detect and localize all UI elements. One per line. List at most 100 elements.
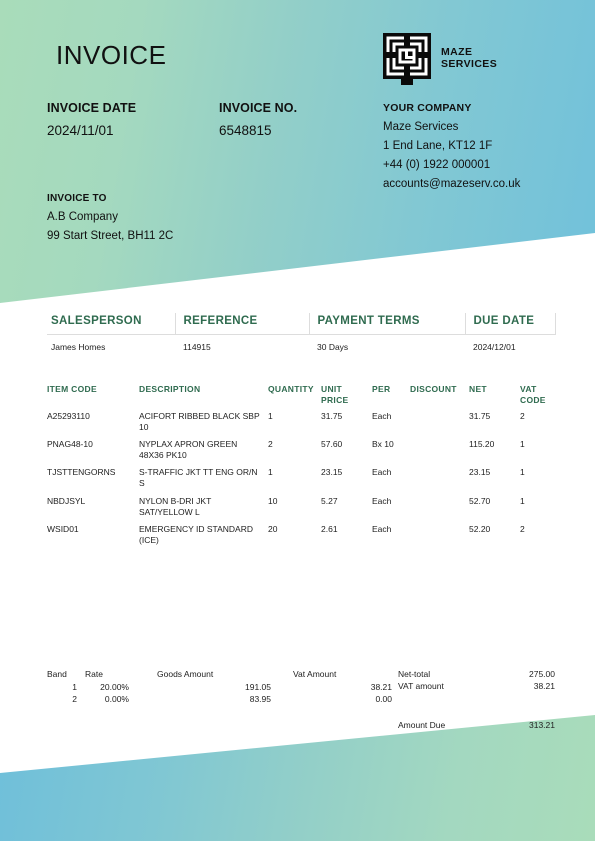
brand-name: MAZE SERVICES <box>441 46 498 71</box>
item-net: 23.15 <box>469 467 491 478</box>
vat-header-band: Band <box>47 669 67 679</box>
bill-to-address: 99 Start Street, BH11 2C <box>47 230 174 242</box>
invoice-number-label: INVOICE NO. <box>219 101 298 115</box>
vat-summary-header-row: Band Rate Goods Amount Vat Amount <box>47 669 392 682</box>
vat-amount-value: 38.21 <box>533 681 555 691</box>
item-vat-code: 2 <box>520 523 525 534</box>
net-total-value: 275.00 <box>529 669 555 679</box>
sales-info-value-row: James Homes 114915 30 Days 2024/12/01 <box>47 335 555 352</box>
bill-to-heading: INVOICE TO <box>47 193 107 204</box>
net-total-label: Net-total <box>398 669 431 679</box>
item-code: A25293110 <box>47 411 90 422</box>
page-title: INVOICE <box>56 40 167 70</box>
item-per: Each <box>372 467 392 478</box>
vat-rate: 20.00% <box>100 682 129 692</box>
net-total-row: Net-total 275.00 <box>398 669 555 679</box>
sales-value-due-date: 2024/12/01 <box>473 342 516 352</box>
item-per: Bx 10 <box>372 439 394 450</box>
item-per: Each <box>372 523 392 534</box>
item-net: 52.20 <box>469 523 491 534</box>
item-unit-price: 31.75 <box>321 411 343 422</box>
item-description: S-TRAFFIC JKT TT ENG OR/N S <box>139 467 258 489</box>
vat-vat-amount: 38.21 <box>370 682 392 692</box>
bill-to-name: A.B Company <box>47 211 118 223</box>
items-header-net: NET <box>469 384 487 394</box>
item-net: 52.70 <box>469 495 491 506</box>
item-vat-code: 1 <box>520 467 525 478</box>
sales-info-table: SALESPERSON REFERENCE PAYMENT TERMS DUE … <box>47 313 556 352</box>
item-quantity: 1 <box>268 467 273 478</box>
item-discount <box>410 411 469 439</box>
item-discount <box>410 439 469 467</box>
item-quantity: 10 <box>268 495 278 506</box>
item-vat-code: 2 <box>520 411 525 422</box>
vat-amount-row: VAT amount 38.21 <box>398 681 555 691</box>
company-details: YOUR COMPANY Maze Services 1 End Lane, K… <box>383 99 520 194</box>
company-email: accounts@mazeserv.co.uk <box>383 178 521 190</box>
sales-info-header-row: SALESPERSON REFERENCE PAYMENT TERMS DUE … <box>47 313 556 335</box>
item-code: NBDJSYL <box>47 495 86 506</box>
invoice-date-label: INVOICE DATE <box>47 101 137 115</box>
item-quantity: 20 <box>268 523 278 534</box>
invoice-date-value: 2024/11/01 <box>47 123 114 138</box>
item-quantity: 1 <box>268 411 273 422</box>
table-row: TJSTTENGORNS S-TRAFFIC JKT TT ENG OR/N S… <box>47 467 555 495</box>
item-description: NYPLAX APRON GREEN 48X36 PK10 <box>139 439 238 461</box>
table-row: 2 0.00% 83.95 0.00 <box>47 694 392 706</box>
items-header-quantity: QUANTITY <box>268 384 314 394</box>
sales-header-due-date: DUE DATE <box>464 313 556 335</box>
vat-band: 1 <box>72 682 77 692</box>
item-description: EMERGENCY ID STANDARD (ICE) <box>139 523 253 545</box>
vat-vat-amount: 0.00 <box>375 694 392 704</box>
sales-value-salesperson: James Homes <box>51 342 106 352</box>
item-unit-price: 23.15 <box>321 467 343 478</box>
table-row: 1 20.00% 191.05 38.21 <box>47 682 392 694</box>
item-vat-code: 1 <box>520 495 525 506</box>
brand-logo: MAZE SERVICES <box>383 33 497 85</box>
maze-logo-icon <box>383 33 431 85</box>
item-vat-code: 1 <box>520 439 525 450</box>
table-row: NBDJSYL NYLON B-DRI JKT SAT/YELLOW L 10 … <box>47 496 555 524</box>
sales-value-payment-terms: 30 Days <box>317 342 349 352</box>
line-items-table: ITEM CODE DESCRIPTION QUANTITY UNIT PRIC… <box>47 384 555 552</box>
items-header-description: DESCRIPTION <box>139 384 201 394</box>
item-unit-price: 57.60 <box>321 439 343 450</box>
sales-header-payment-terms: PAYMENT TERMS <box>308 313 465 335</box>
item-quantity: 2 <box>268 439 273 450</box>
item-code: PNAG48-10 <box>47 439 93 450</box>
vat-summary-table: Band Rate Goods Amount Vat Amount 1 20.0… <box>47 669 392 706</box>
sales-header-reference: REFERENCE <box>174 313 309 335</box>
sales-header-salesperson: SALESPERSON <box>47 313 175 335</box>
items-header-unit-price: UNIT PRICE <box>321 384 349 405</box>
item-discount <box>410 496 469 524</box>
items-header-item-code: ITEM CODE <box>47 384 97 394</box>
item-discount <box>410 524 469 552</box>
item-description: ACIFORT RIBBED BLACK SBP 10 <box>139 411 260 433</box>
vat-band: 2 <box>72 694 77 704</box>
vat-header-goods-amount: Goods Amount <box>157 669 214 679</box>
sales-value-reference: 114915 <box>183 342 211 352</box>
items-header-vat-code: VAT CODE <box>520 384 546 405</box>
item-per: Each <box>372 495 392 506</box>
item-per: Each <box>372 411 392 422</box>
vat-goods-amount: 83.95 <box>249 694 271 704</box>
table-row: WSID01 EMERGENCY ID STANDARD (ICE) 20 2.… <box>47 524 555 552</box>
item-code: WSID01 <box>47 523 79 534</box>
amount-due-value: 313.21 <box>529 720 555 730</box>
bill-to-details: INVOICE TO A.B Company 99 Start Street, … <box>47 189 173 246</box>
vat-amount-label: VAT amount <box>398 681 444 691</box>
vat-header-vat-amount: Vat Amount <box>293 669 337 679</box>
items-header-discount: DISCOUNT <box>410 384 457 394</box>
line-items-header-row: ITEM CODE DESCRIPTION QUANTITY UNIT PRIC… <box>47 384 555 411</box>
amount-due-label: Amount Due <box>398 720 446 730</box>
table-row: A25293110 ACIFORT RIBBED BLACK SBP 10 1 … <box>47 411 555 439</box>
item-net: 31.75 <box>469 411 491 422</box>
item-description: NYLON B-DRI JKT SAT/YELLOW L <box>139 495 212 517</box>
brand-name-line2: SERVICES <box>441 58 498 70</box>
item-discount <box>410 467 469 495</box>
item-net: 115.20 <box>469 439 495 450</box>
invoice-number-value: 6548815 <box>219 123 272 138</box>
vat-rate: 0.00% <box>104 694 129 704</box>
invoice-page: INVOICE MAZE SERVICES INVOICE DATE 2024/… <box>0 0 595 841</box>
company-address: 1 End Lane, KT12 1F <box>383 140 493 152</box>
